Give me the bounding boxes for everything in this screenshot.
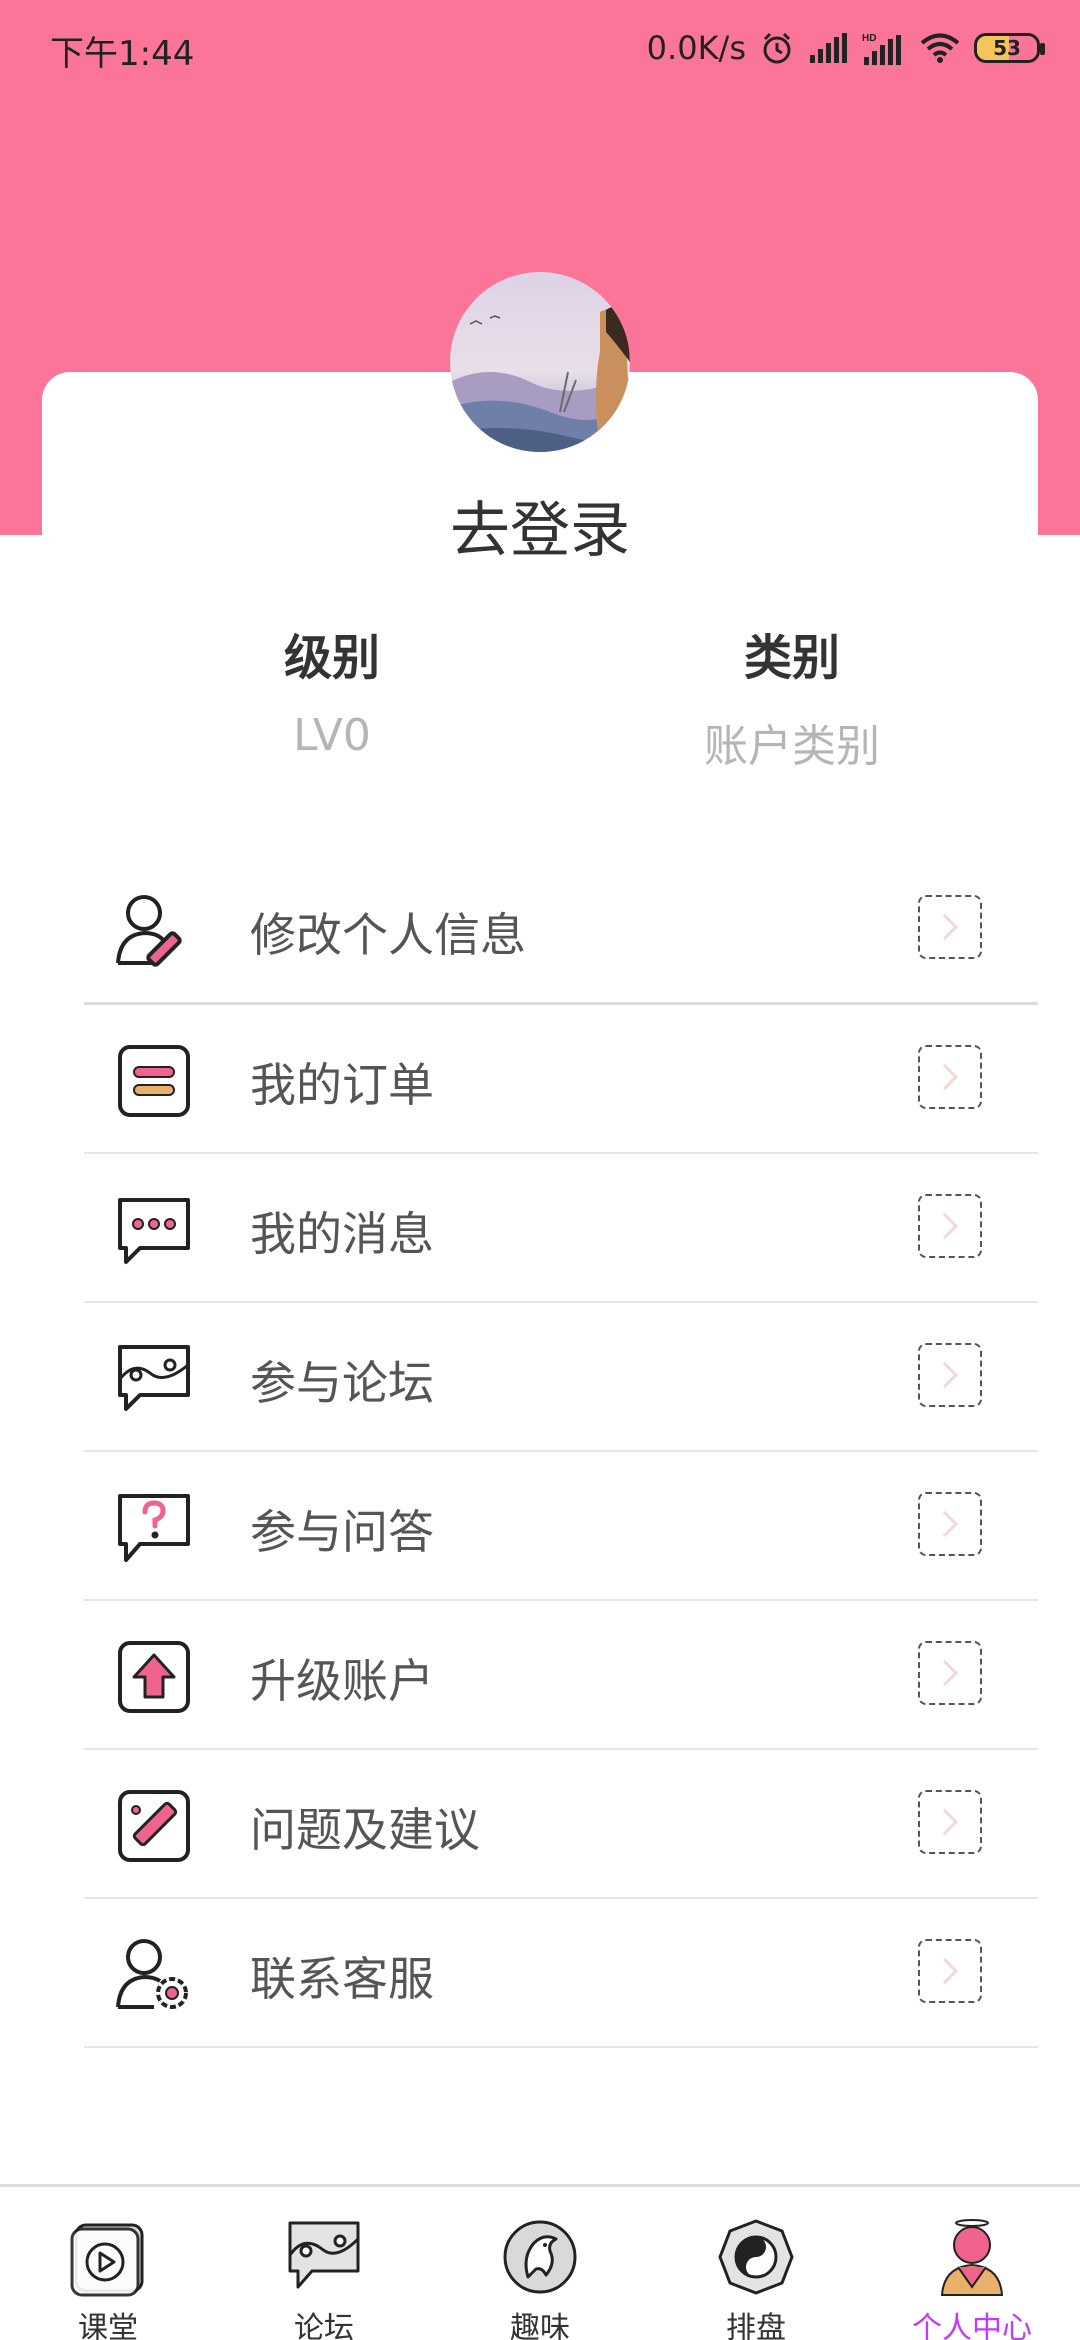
question-icon [118, 1494, 190, 1562]
menu-item-my-messages[interactable]: 我的消息 [84, 1154, 1038, 1303]
tab-classroom[interactable]: 课堂 [0, 2187, 216, 2340]
menu-item-label: 问题及建议 [250, 1803, 480, 1857]
menu-item-label: 参与问答 [250, 1505, 434, 1559]
level-stat: 级别 LV0 [182, 618, 482, 761]
order-icon [118, 1045, 190, 1117]
level-label: 级别 [283, 630, 380, 686]
chart-plate-icon [718, 2219, 794, 2295]
alarm-icon [763, 32, 791, 64]
chevron-right-icon [918, 1641, 982, 1705]
tab-label: 论坛 [294, 2311, 354, 2340]
chevron-right-icon [918, 1343, 982, 1407]
tab-personal-center[interactable]: 个人中心 [864, 2187, 1080, 2340]
type-label: 类别 [743, 630, 840, 686]
fun-icon [503, 2220, 577, 2294]
chevron-right-icon [918, 1045, 982, 1109]
status-bar: 下午1:44 0.0K/s HD 53 [0, 0, 1080, 96]
tab-label: 趣味 [510, 2311, 570, 2340]
personal-center-icon [940, 2219, 1004, 2296]
bottom-tab-bar: 课堂 论坛 趣味 排盘 个人中心 [0, 2184, 1080, 2340]
tab-label: 个人中心 [912, 2311, 1032, 2340]
hd-signal-icon: HD [862, 33, 901, 65]
menu-item-my-orders[interactable]: 我的订单 [84, 1005, 1038, 1154]
login-button[interactable]: 去登录 [0, 482, 1080, 569]
menu-item-join-qa[interactable]: 参与问答 [84, 1452, 1038, 1601]
tab-label: 排盘 [726, 2311, 786, 2340]
menu-item-label: 联系客服 [250, 1952, 434, 2006]
menu-item-label: 我的消息 [250, 1207, 434, 1261]
wifi-icon [920, 33, 960, 63]
menu-item-join-forum[interactable]: 参与论坛 [84, 1303, 1038, 1452]
menu-item-label: 我的订单 [250, 1058, 434, 1112]
tab-fun[interactable]: 趣味 [432, 2187, 648, 2340]
status-indicators: 0.0K/s HD 53 [646, 26, 1045, 70]
forum-icon [118, 1345, 190, 1411]
type-value: 账户类别 [704, 721, 880, 772]
type-stat: 类别 账户类别 [642, 618, 942, 774]
tab-chart-plate[interactable]: 排盘 [648, 2187, 864, 2340]
menu-item-label: 升级账户 [250, 1654, 434, 1708]
message-icon [118, 1198, 190, 1264]
signal-icon [810, 33, 847, 63]
avatar[interactable] [450, 272, 630, 452]
upgrade-icon [118, 1641, 190, 1713]
level-value: LV0 [293, 710, 371, 761]
menu-item-upgrade-account[interactable]: 升级账户 [84, 1601, 1038, 1750]
chevron-right-icon [918, 1492, 982, 1556]
menu-item-feedback[interactable]: 问题及建议 [84, 1750, 1038, 1899]
chevron-right-icon [918, 895, 982, 959]
tab-forum[interactable]: 论坛 [216, 2187, 432, 2340]
svg-text:HD: HD [862, 33, 876, 44]
user-edit-icon [116, 895, 182, 967]
tab-label: 课堂 [78, 2311, 138, 2340]
classroom-icon [70, 2223, 144, 2297]
chevron-right-icon [918, 1939, 982, 2003]
battery-icon: 53 [974, 33, 1045, 63]
menu-item-label: 参与论坛 [250, 1356, 434, 1410]
menu-item-contact-service[interactable]: 联系客服 [84, 1899, 1038, 2048]
menu-item-edit-profile[interactable]: 修改个人信息 [84, 855, 1038, 1005]
network-speed: 0.0K/s [646, 29, 746, 67]
chevron-right-icon [918, 1790, 982, 1854]
menu-list: 修改个人信息 我的订单 我的消息 参与论坛 参与问答 升级账户 问题及建议 联系… [84, 855, 1038, 2048]
chevron-right-icon [918, 1194, 982, 1258]
status-time: 下午1:44 [50, 34, 195, 74]
feedback-icon [118, 1790, 190, 1862]
menu-item-label: 修改个人信息 [250, 908, 526, 962]
customer-service-icon [116, 1939, 188, 2009]
forum-tab-icon [288, 2221, 360, 2289]
